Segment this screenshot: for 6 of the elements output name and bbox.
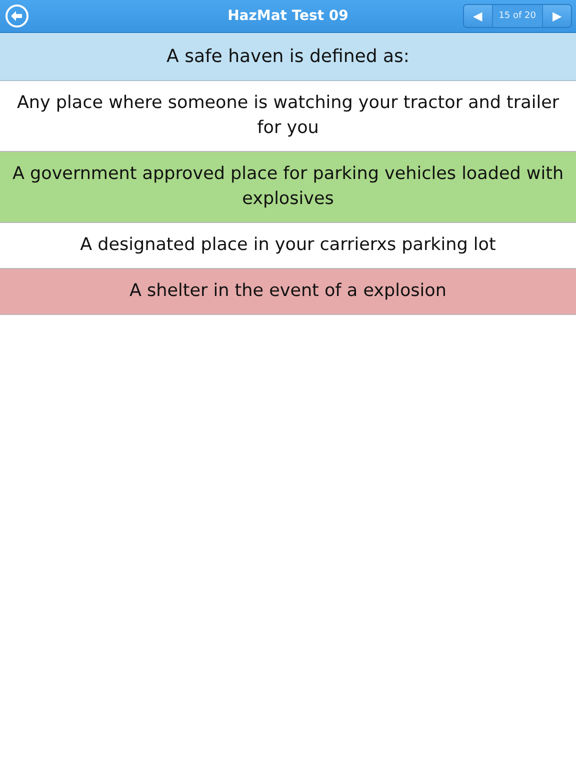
question-counter: 15 of 20 <box>492 5 543 27</box>
question-text: A safe haven is defined as: <box>0 33 576 81</box>
answer-option[interactable]: A shelter in the event of a explosion <box>0 269 576 315</box>
back-button[interactable] <box>4 3 30 29</box>
window-title: HazMat Test 09 <box>228 8 348 24</box>
answer-option[interactable]: A government approved place for parking vehicles loaded with explosives <box>0 152 576 223</box>
